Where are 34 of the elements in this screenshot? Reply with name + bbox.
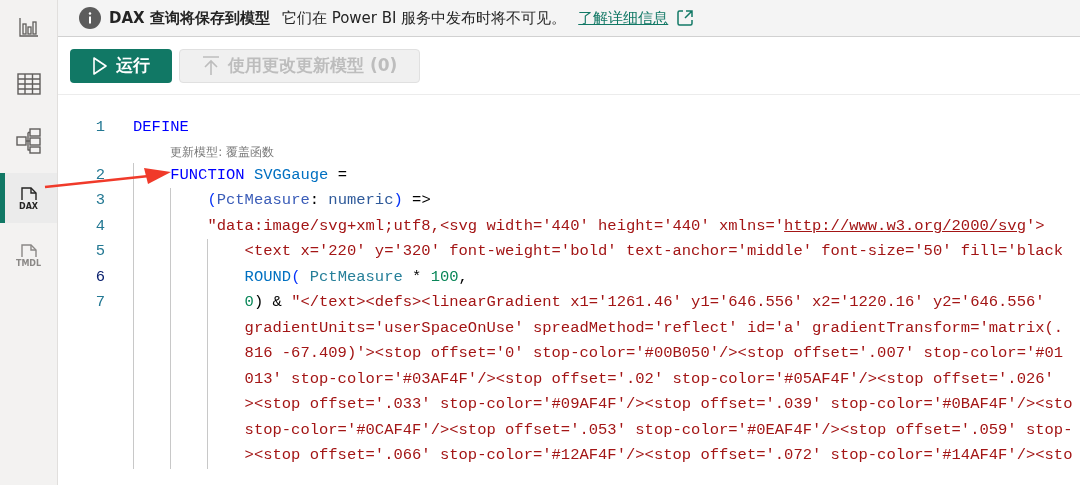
upload-arrow-icon [202,55,220,76]
code-line: 013' stop-color='#03AF4F'/><stop offset='.02' stop-color='#05AF4F'/><stop offset='.026' [244,368,1054,390]
table-icon [16,73,41,95]
line-number: 1 [95,117,105,139]
line-number: 6 [95,266,105,288]
code-lens-hint[interactable]: 更新模型: 覆盖函数 [170,142,275,161]
external-link-icon[interactable] [676,9,695,27]
code-line: ><stop offset='.033' stop-color='#09AF4F'/><stop offset='.039' stop-color='#0BAF4F'/><sto [244,394,1073,416]
info-icon [79,7,101,29]
code-line: ROUND( PctMeasure * 100, [244,266,468,288]
code-line: "data:image/svg+xml;utf8,<svg width='440' height='440' xmlns='http://www.w3.org/2000/svg'> [207,215,1045,237]
bar-chart-icon [17,16,40,38]
line-number: 5 [95,241,105,263]
code-line: stop-color='#0CAF4F'/><stop offset='.053' stop-color='#0EAF4F'/><stop offset='.059' stop- [244,419,1073,441]
banner-message: 它们在 Power BI 服务中发布时将不可见。 [281,7,567,29]
line-number: 4 [95,215,105,237]
line-number: 3 [95,190,105,212]
code-line: DEFINE [133,117,189,139]
code-line: (PctMeasure: numeric) => [207,190,431,212]
model-view-icon [15,128,42,154]
code-line: ><stop offset='.066' stop-color='#12AF4F'/><stop offset='.072' stop-color='#14AF4F'/><sto [244,445,1073,467]
learn-more-link[interactable]: 了解详细信息 [578,6,669,30]
line-number: 2 [95,164,105,186]
sidebar-item[interactable]: DAX [0,173,57,223]
run-button[interactable]: 运行 [70,48,172,83]
line-number: 7 [95,292,105,314]
code-line: <text x='220' y='320' font-weight='bold' text-anchor='middle' font-size='50' fill='black [244,241,1064,263]
banner-title: DAX 查询将保存到模型 [109,7,270,29]
code-line: 816 -67.409)'><stop offset='0' stop-color='#00B050'/><stop offset='.007' stop-color='#01 [244,343,1064,365]
sidebar-item[interactable]: TMDL [0,230,57,280]
code-line: gradientUnits='userSpaceOnUse' spreadMethod='reflect' id='a' gradientTransform='matrix(. [244,317,1064,339]
play-icon [92,55,108,76]
code-line: 0) & "</text><defs><linearGradient x1='1261.46' y1='646.556' x2='1220.16' y2='646.556' [244,292,1045,314]
code-line: FUNCTION SVGGauge = [170,164,347,186]
